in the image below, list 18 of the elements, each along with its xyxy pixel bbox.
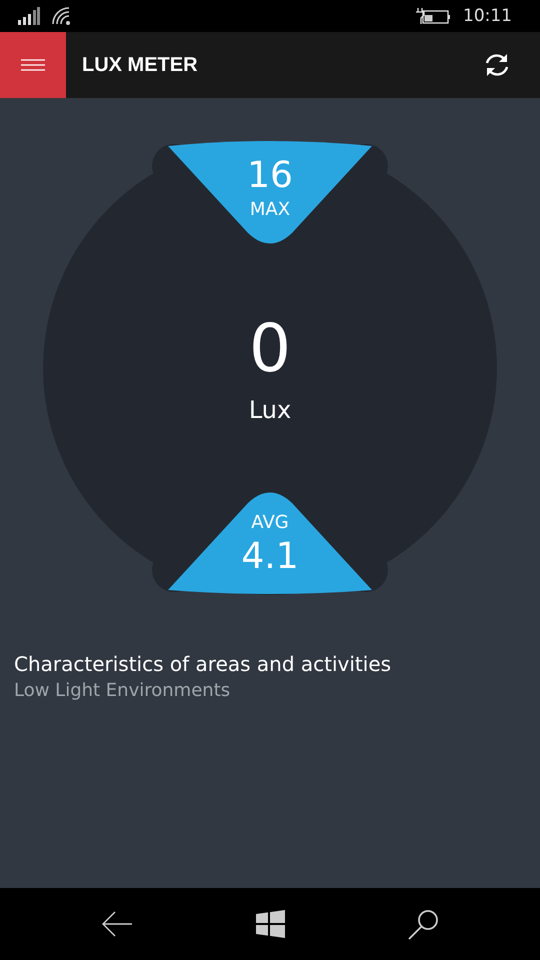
app-title: LUX METER <box>82 54 199 76</box>
search-icon[interactable] <box>408 908 439 940</box>
menu-icon <box>21 59 45 71</box>
max-value: 16 <box>247 158 293 194</box>
max-label: MAX <box>250 201 290 219</box>
info-title: Characteristics of areas and activities <box>14 652 392 676</box>
refresh-icon[interactable] <box>484 53 510 77</box>
windows-icon[interactable] <box>256 910 285 938</box>
wifi-icon <box>52 7 72 25</box>
clock-time: 10:11 <box>463 6 512 26</box>
back-icon[interactable] <box>101 910 134 938</box>
lux-value: 0 <box>249 316 291 382</box>
signal-icon <box>18 7 40 25</box>
battery-icon <box>415 7 451 25</box>
lux-unit: Lux <box>248 398 292 422</box>
avg-label: AVG <box>251 514 289 532</box>
info-subtitle: Low Light Environments <box>14 680 230 701</box>
avg-value: 4.1 <box>241 539 299 575</box>
